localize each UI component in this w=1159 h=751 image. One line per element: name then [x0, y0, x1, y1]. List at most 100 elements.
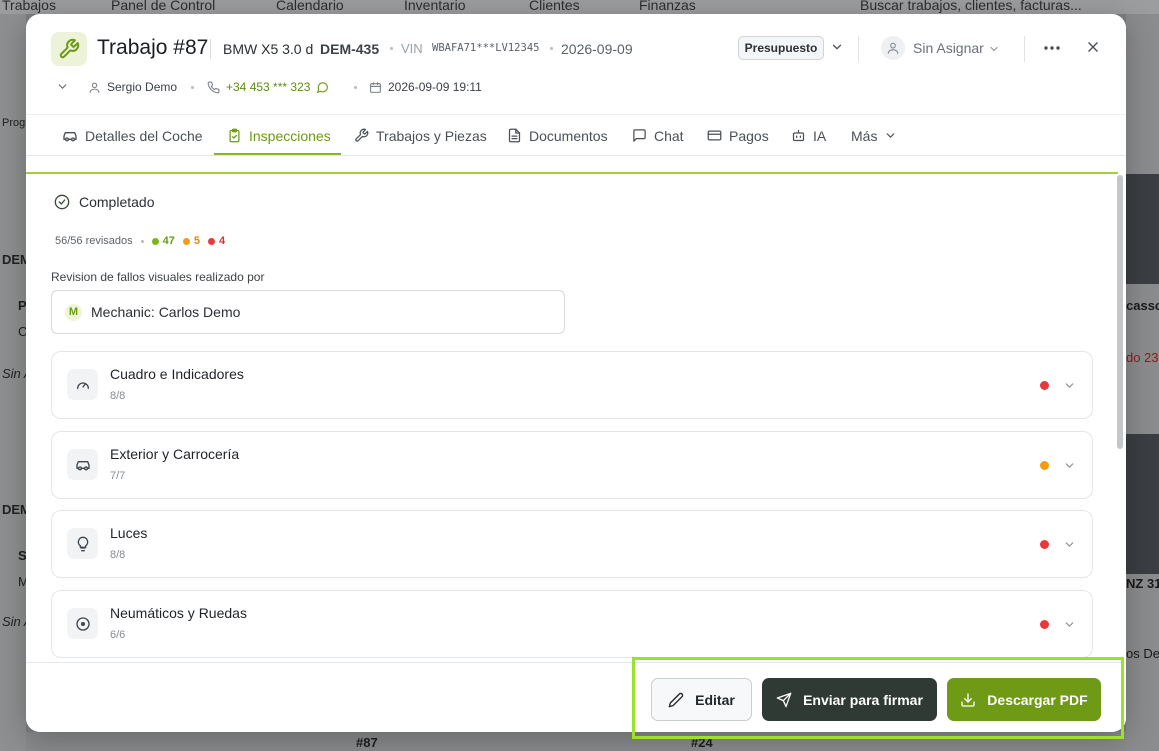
header-divider	[210, 39, 211, 59]
send-icon	[776, 692, 792, 707]
inspection-status: Completado	[54, 194, 155, 210]
vin-value: WBAFA71***LV12345	[432, 42, 540, 54]
tab-trabajos-y-piezas[interactable]: Trabajos y Piezas	[354, 115, 487, 156]
background-top-nav: Trabajos Panel de Control Calendario Inv…	[0, 0, 1159, 14]
tab-documentos[interactable]: Documentos	[507, 115, 608, 156]
chevron-down-icon[interactable]	[830, 40, 844, 59]
chevron-down-icon[interactable]	[1063, 459, 1076, 477]
send-label: Enviar para firmar	[803, 691, 923, 708]
inspection-section[interactable]: Luces 8/8	[51, 510, 1093, 578]
tab-label: Chat	[654, 127, 684, 144]
status-badge[interactable]: Presupuesto	[738, 36, 824, 60]
avatar: M	[65, 303, 82, 321]
bg-fragment: Sin A	[2, 366, 26, 381]
lightbulb-icon	[67, 528, 98, 559]
wrench-icon	[51, 32, 87, 66]
ok-stat: 47	[151, 235, 175, 247]
tab-mas[interactable]: Más	[851, 115, 897, 156]
warn-stat: 5	[182, 235, 201, 247]
dot-separator	[191, 86, 194, 89]
header-divider	[1024, 36, 1025, 62]
status-dot	[1040, 381, 1049, 390]
bg-nav-item: Calendario	[276, 0, 344, 13]
chevron-down-icon[interactable]	[1063, 379, 1076, 397]
calendar-icon	[370, 81, 381, 93]
card-icon	[707, 130, 722, 141]
customer-info[interactable]: Sergio Demo	[88, 79, 177, 95]
tab-detalles-del-coche[interactable]: Detalles del Coche	[62, 115, 203, 156]
car-icon	[63, 131, 77, 141]
bg-fragment: #24	[691, 735, 713, 750]
status-text: Completado	[79, 194, 155, 210]
chevron-down-icon[interactable]	[988, 42, 1000, 60]
inspection-section[interactable]: Exterior y Carrocería 7/7	[51, 431, 1093, 499]
reviewer-name: Mechanic: Carlos Demo	[91, 304, 241, 320]
tab-label: Documentos	[529, 127, 608, 144]
bg-fragment: NZ 31	[1126, 576, 1159, 591]
phone-number: +34 453 *** 323	[226, 80, 311, 94]
tire-icon	[67, 608, 98, 639]
background-bottom-row: #87 #24	[26, 732, 1126, 751]
tab-inspecciones[interactable]: Inspecciones	[227, 115, 331, 156]
tab-label: Inspecciones	[249, 127, 331, 144]
background-left-column: Prog DEM P C Sin A DEM S M Sin A	[0, 14, 26, 751]
more-options-icon[interactable]	[1041, 38, 1063, 58]
scrollbar[interactable]	[1117, 175, 1123, 449]
status-dot	[1040, 620, 1049, 629]
modal-footer: Editar Enviar para firmar Descargar PDF	[26, 662, 1126, 732]
send-for-signature-button[interactable]: Enviar para firmar	[762, 678, 937, 721]
edit-button[interactable]: Editar	[651, 678, 752, 721]
download-pdf-button[interactable]: Descargar PDF	[947, 678, 1101, 721]
inspection-section[interactable]: Cuadro e Indicadores 8/8	[51, 351, 1093, 419]
inspection-panel: Completado 56/56 revisados 47 5 4 Revisi…	[26, 172, 1118, 662]
chevron-down-icon[interactable]	[1063, 618, 1076, 636]
whatsapp-icon[interactable]	[316, 81, 329, 94]
assignee-select[interactable]: Sin Asignar	[913, 40, 984, 56]
edit-label: Editar	[695, 691, 735, 708]
background-right-column: casso do 237 NZ 31 os De	[1126, 14, 1159, 751]
tab-pagos[interactable]: Pagos	[707, 115, 769, 156]
dot-separator	[140, 239, 144, 243]
job-date: 2026-09-09	[561, 41, 633, 57]
bg-nav-item: Clientes	[529, 0, 580, 13]
clipboard-check-icon	[229, 128, 240, 143]
warn-count: 5	[193, 235, 201, 247]
tab-bar: Detalles del Coche Inspecciones Trabajos…	[26, 114, 1126, 156]
phone-icon	[207, 81, 220, 93]
section-count: 6/6	[110, 629, 126, 641]
chevron-down-icon[interactable]	[1063, 538, 1076, 556]
bg-fragment: #87	[356, 735, 378, 750]
pencil-icon	[668, 692, 684, 707]
user-icon[interactable]	[881, 36, 905, 60]
close-icon[interactable]	[1084, 38, 1102, 56]
inspection-stats: 56/56 revisados 47 5 4	[55, 235, 225, 247]
section-title: Cuadro e Indicadores	[110, 366, 244, 382]
warn-dot	[182, 237, 190, 245]
customer-phone[interactable]: +34 453 *** 323	[207, 79, 329, 95]
pdf-label: Descargar PDF	[987, 691, 1088, 708]
bg-fragment: casso	[1126, 298, 1159, 313]
chevron-down-icon	[887, 133, 895, 138]
tab-chat[interactable]: Chat	[632, 115, 684, 156]
bg-nav-item: Trabajos	[2, 0, 56, 13]
tab-label: Trabajos y Piezas	[376, 127, 487, 144]
tab-ia[interactable]: IA	[791, 115, 826, 156]
bg-car-photo	[1126, 174, 1159, 284]
header-divider	[858, 36, 859, 62]
reviewer-label: Revision de fallos visuales realizado po…	[51, 270, 265, 284]
bg-nav-item: Panel de Control	[111, 0, 216, 13]
bg-fragment: os De	[1126, 646, 1159, 661]
chevron-down-icon[interactable]	[56, 80, 69, 98]
fail-count: 4	[219, 235, 226, 247]
job-title: Trabajo #87	[97, 36, 209, 59]
modal-header: Trabajo #87 BMW X5 3.0 d DEM-435 VIN WBA…	[26, 14, 1126, 114]
bg-fragment: DEM	[2, 252, 26, 267]
tab-label: Pagos	[729, 127, 769, 144]
tab-label: Detalles del Coche	[85, 127, 203, 144]
ok-count: 47	[162, 235, 175, 247]
inspection-section[interactable]: Neumáticos y Ruedas 6/6	[51, 590, 1093, 658]
car-plate: DEM-435	[320, 41, 380, 57]
reviewer-field[interactable]: M Mechanic: Carlos Demo	[51, 290, 565, 334]
fail-stat: 4	[208, 235, 225, 247]
robot-icon	[792, 129, 805, 142]
